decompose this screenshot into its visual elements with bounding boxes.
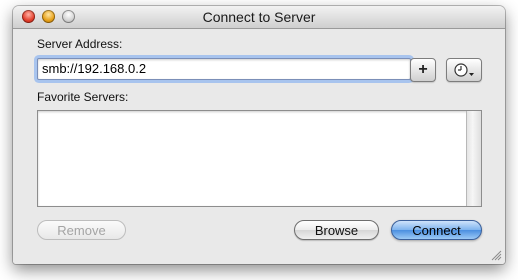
- browse-button[interactable]: Browse: [294, 220, 379, 240]
- server-address-input[interactable]: [37, 58, 411, 80]
- connect-to-server-window: Connect to Server Server Address: + Favo…: [13, 6, 505, 264]
- resize-grip-icon[interactable]: [491, 250, 502, 261]
- window-title: Connect to Server: [202, 9, 316, 25]
- server-address-label: Server Address:: [37, 37, 123, 51]
- title-bar[interactable]: Connect to Server: [13, 6, 505, 29]
- connect-button[interactable]: Connect: [391, 220, 482, 240]
- remove-button[interactable]: Remove: [37, 220, 126, 240]
- add-favorite-button[interactable]: +: [410, 58, 436, 82]
- favorite-servers-label: Favorite Servers:: [37, 90, 129, 104]
- recent-servers-button[interactable]: [446, 58, 482, 82]
- plus-icon: +: [418, 61, 428, 78]
- favorites-scrollbar[interactable]: [466, 111, 481, 206]
- clock-icon: [454, 63, 474, 77]
- favorite-servers-list[interactable]: [37, 110, 482, 207]
